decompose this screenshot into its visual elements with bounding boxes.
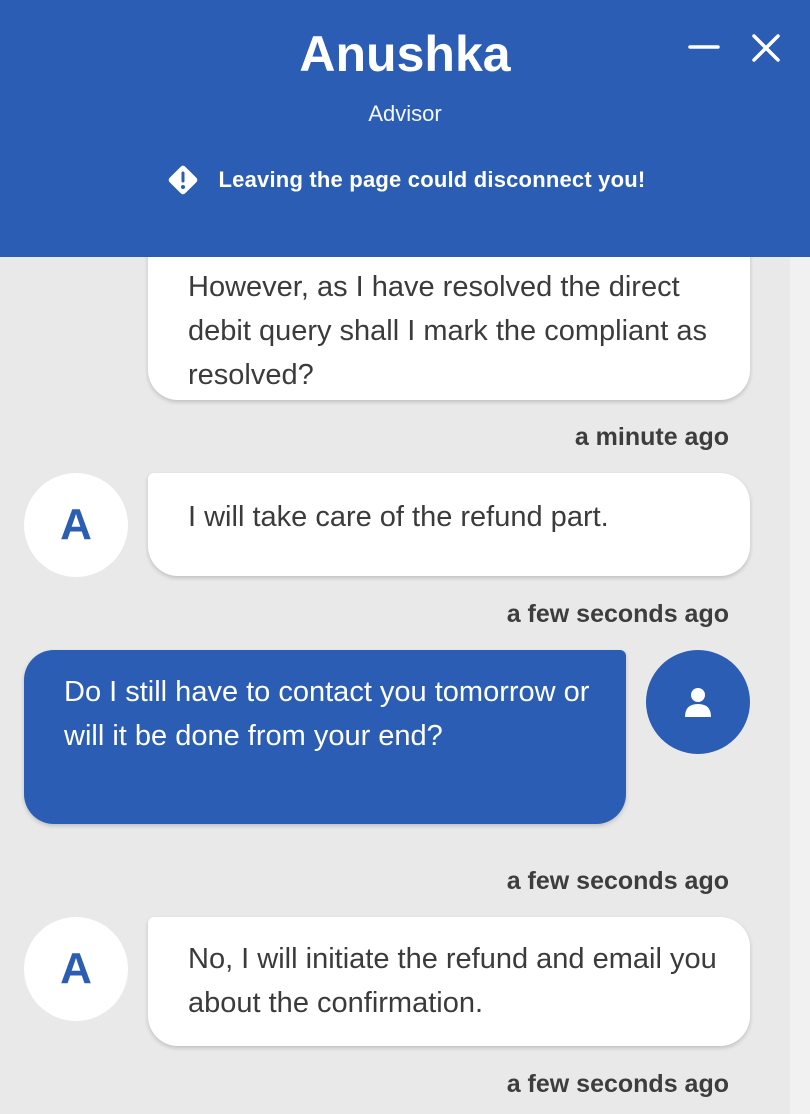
user-icon <box>685 688 711 717</box>
message-text: However, as I have resolved the direct d… <box>188 271 708 391</box>
agent-avatar: A <box>24 473 128 577</box>
message-timestamp: a minute ago <box>574 423 729 451</box>
agent-avatar: A <box>24 917 128 1021</box>
message-list[interactable]: However, as I have resolved the direct d… <box>0 257 790 1114</box>
scrollbar[interactable] <box>790 257 810 1114</box>
chat-header: Anushka Advisor Leaving the page could d… <box>0 0 810 257</box>
disconnect-warning: Leaving the page could disconnect you! <box>0 160 810 200</box>
close-button[interactable] <box>748 30 784 66</box>
agent-message-bubble: No, I will initiate the refund and email… <box>148 917 750 1046</box>
avatar-initial: A <box>60 500 92 549</box>
minimize-icon <box>688 45 720 49</box>
close-icon <box>752 34 780 62</box>
avatar-initial: A <box>60 944 92 993</box>
warning-icon <box>165 162 201 198</box>
message-timestamp: a few seconds ago <box>506 600 729 628</box>
agent-role: Advisor <box>368 101 442 126</box>
message-timestamp: a few seconds ago <box>506 867 729 895</box>
message-text: No, I will initiate the refund and email… <box>188 943 717 1019</box>
agent-message-bubble: I will take care of the refund part. <box>148 473 750 576</box>
user-message-bubble: Do I still have to contact you tomorrow … <box>24 650 626 824</box>
message-text: I will take care of the refund part. <box>188 501 609 533</box>
agent-message-bubble: However, as I have resolved the direct d… <box>148 257 750 400</box>
minimize-button[interactable] <box>686 30 722 66</box>
warning-text: Leaving the page could disconnect you! <box>218 167 646 192</box>
message-timestamp: a few seconds ago <box>506 1070 729 1098</box>
message-text: Do I still have to contact you tomorrow … <box>64 676 590 752</box>
user-avatar <box>646 650 750 754</box>
